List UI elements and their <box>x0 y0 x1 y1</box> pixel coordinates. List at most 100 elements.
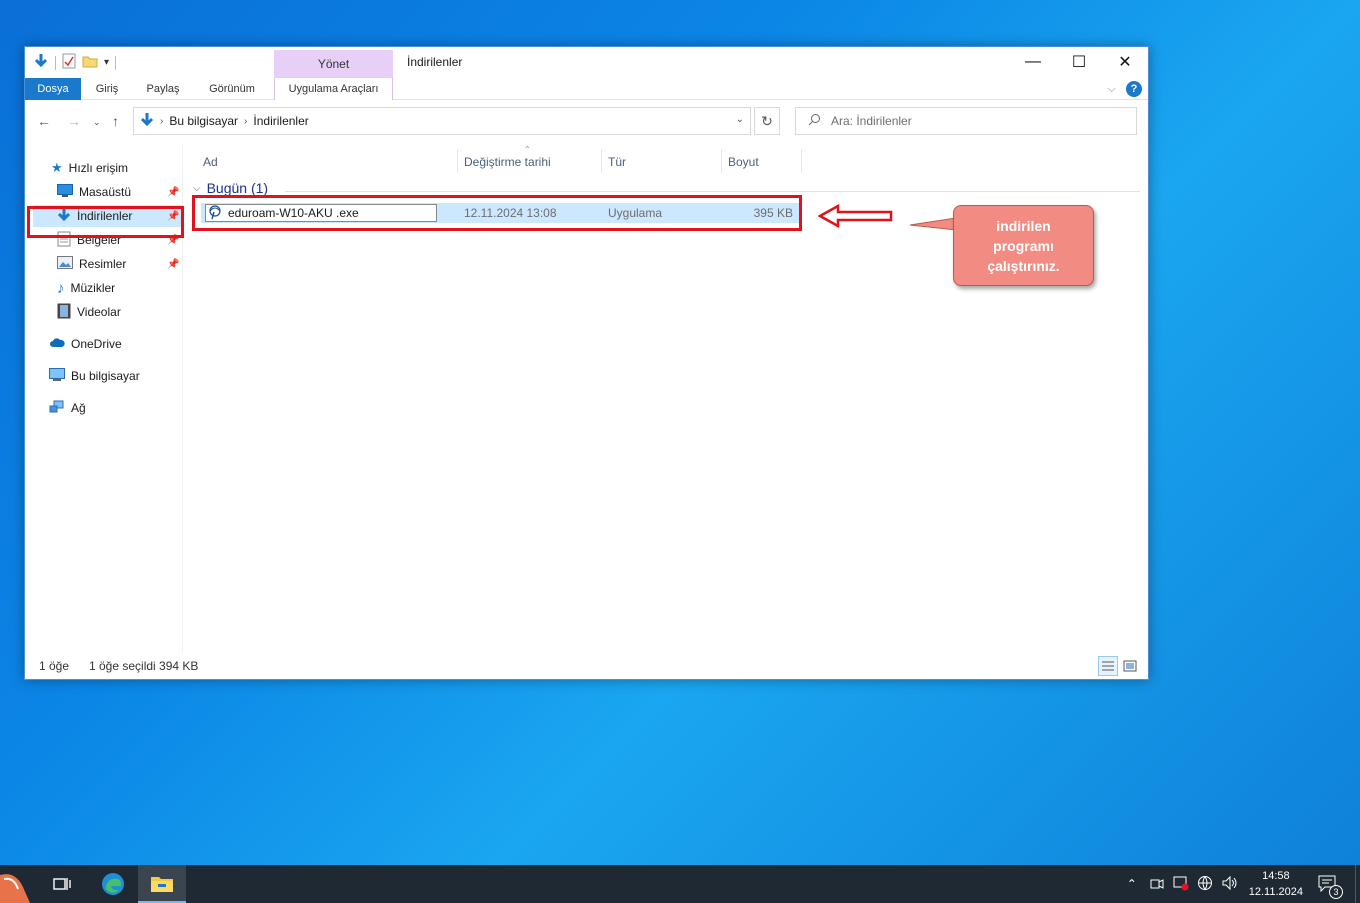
callout-pointer <box>909 217 957 231</box>
music-note-icon: ♪ <box>57 279 65 297</box>
tab-share[interactable]: Paylaş <box>141 78 185 100</box>
desktop: ▾ Yönet İndirilenler — ☐ ✕ Dosya Giriş P… <box>0 0 1360 865</box>
show-desktop-divider[interactable] <box>1355 865 1356 903</box>
clock-date: 12.11.2024 <box>1248 886 1303 898</box>
tab-home[interactable]: Giriş <box>89 78 125 100</box>
divider <box>115 55 117 70</box>
up-arrow-icon[interactable]: ↑ <box>112 113 119 129</box>
notification-badge: 3 <box>1329 884 1343 899</box>
nav-item-pictures[interactable]: Resimler 📌 <box>57 253 181 275</box>
system-tray: ⌃ 14:58 12.11.2024 3 <box>1127 865 1360 903</box>
close-button[interactable]: ✕ <box>1102 47 1148 77</box>
callout-line-2: programı <box>993 238 1054 254</box>
download-arrow-icon <box>33 53 49 72</box>
desktop-icon <box>57 184 73 200</box>
nav-item-music[interactable]: ♪ Müzikler <box>57 277 115 299</box>
callout-line-3: çalıştırınız. <box>987 258 1060 274</box>
network-icon <box>49 400 65 417</box>
column-header-type[interactable]: Tür <box>608 151 626 173</box>
nav-network[interactable]: Ağ <box>49 397 86 419</box>
pin-icon: 📌 <box>167 186 180 198</box>
highlight-file-row <box>192 195 802 231</box>
search-icon <box>808 113 821 129</box>
nav-onedrive[interactable]: OneDrive <box>49 333 122 355</box>
computer-icon <box>49 367 65 385</box>
breadcrumb-chevron-icon: › <box>244 115 248 127</box>
collapse-chevron-icon: ⌵ <box>193 182 201 194</box>
sort-caret-icon: ⌃ <box>524 145 531 154</box>
window-title: İndirilenler <box>407 55 463 69</box>
address-bar[interactable]: › Bu bilgisayar › İndirilenler ⌄ <box>133 107 751 135</box>
videos-icon <box>57 303 71 322</box>
breadcrumb-downloads[interactable]: İndirilenler <box>253 114 308 128</box>
start-button[interactable] <box>0 865 38 903</box>
search-placeholder: Ara: İndirilenler <box>831 114 912 128</box>
taskbar: ⌃ 14:58 12.11.2024 3 <box>0 865 1360 903</box>
back-arrow-icon[interactable]: ← <box>37 113 51 129</box>
title-bar: ▾ Yönet İndirilenler — ☐ ✕ <box>25 47 1148 79</box>
search-box[interactable]: Ara: İndirilenler <box>795 107 1137 135</box>
details-view-icon[interactable] <box>1098 656 1118 676</box>
column-separator <box>801 149 802 173</box>
nav-quick-access[interactable]: ★ Hızlı erişim <box>51 157 128 179</box>
show-hidden-icons-chevron-icon[interactable]: ⌃ <box>1127 877 1137 891</box>
divider <box>55 55 56 70</box>
column-separator <box>721 149 722 173</box>
column-header-size[interactable]: Boyut <box>728 151 759 173</box>
breadcrumb-this-pc[interactable]: Bu bilgisayar <box>169 114 238 128</box>
volume-icon[interactable] <box>1221 875 1239 894</box>
highlight-downloads-nav <box>27 206 184 238</box>
file-explorer-window: ▾ Yönet İndirilenler — ☐ ✕ Dosya Giriş P… <box>24 46 1149 680</box>
expand-ribbon-icon[interactable]: ⌵ <box>1108 83 1116 96</box>
manage-context-header: Yönet <box>274 50 393 78</box>
navigation-bar: ← → ⌄ ↑ › Bu bilgisayar › İndirilenler ⌄… <box>25 105 1148 139</box>
edge-browser-icon[interactable] <box>96 865 130 903</box>
notification-center-icon[interactable]: 3 <box>1317 874 1343 899</box>
forward-arrow-icon[interactable]: → <box>67 113 81 129</box>
status-bar: 1 öğe 1 öğe seçildi 394 KB <box>25 653 1148 679</box>
downloads-location-icon <box>140 112 154 131</box>
globe-network-icon[interactable] <box>1197 875 1213 894</box>
address-dropdown-icon[interactable]: ⌄ <box>736 114 744 125</box>
customize-qat-icon[interactable]: ▾ <box>104 57 109 68</box>
help-icon[interactable]: ? <box>1126 81 1142 97</box>
properties-icon[interactable] <box>62 53 76 72</box>
instruction-callout: indirilen programı çalıştırınız. <box>953 205 1094 286</box>
new-folder-icon[interactable] <box>82 54 98 71</box>
pointer-arrow-icon <box>818 204 893 228</box>
maximize-button[interactable]: ☐ <box>1056 47 1102 77</box>
nav-this-pc[interactable]: Bu bilgisayar <box>49 365 140 387</box>
pin-icon: 📌 <box>167 258 180 270</box>
window-controls: — ☐ ✕ <box>1010 47 1148 77</box>
group-header-today[interactable]: ⌵ Bugün (1) <box>193 180 268 196</box>
view-toggle <box>1098 656 1140 676</box>
ribbon-tabs: Dosya Giriş Paylaş Görünüm Uygulama Araç… <box>25 78 1148 100</box>
nav-item-desktop[interactable]: Masaüstü 📌 <box>57 181 181 203</box>
tab-view[interactable]: Görünüm <box>202 78 262 100</box>
minimize-button[interactable]: — <box>1010 47 1056 77</box>
column-header-date-modified[interactable]: Değiştirme tarihi <box>464 151 551 173</box>
pictures-icon <box>57 256 73 272</box>
meet-now-icon[interactable] <box>1149 876 1165 893</box>
column-header-name[interactable]: Ad <box>203 151 218 173</box>
security-alert-icon[interactable] <box>1173 875 1189 894</box>
quick-access-toolbar: ▾ <box>33 53 117 72</box>
star-icon: ★ <box>51 160 63 175</box>
selection-info: 1 öğe seçildi 394 KB <box>89 659 199 673</box>
column-separator <box>457 149 458 173</box>
nav-item-videos[interactable]: Videolar <box>57 301 121 323</box>
column-separator <box>601 149 602 173</box>
refresh-button[interactable]: ↻ <box>754 107 780 135</box>
cloud-icon <box>49 337 65 351</box>
group-divider <box>285 191 1140 192</box>
breadcrumb-chevron-icon: › <box>160 115 164 127</box>
task-view-icon[interactable] <box>48 865 76 903</box>
tab-file[interactable]: Dosya <box>25 78 81 100</box>
ribbon-right-controls: ⌵ ? <box>1108 81 1142 97</box>
large-icons-view-icon[interactable] <box>1120 656 1140 676</box>
clock-time: 14:58 <box>1262 870 1290 882</box>
taskbar-clock[interactable]: 14:58 12.11.2024 <box>1249 868 1303 900</box>
recent-locations-chevron-icon[interactable]: ⌄ <box>93 117 101 128</box>
file-explorer-taskbar-icon[interactable] <box>138 865 186 903</box>
tab-application-tools[interactable]: Uygulama Araçları <box>274 78 393 100</box>
